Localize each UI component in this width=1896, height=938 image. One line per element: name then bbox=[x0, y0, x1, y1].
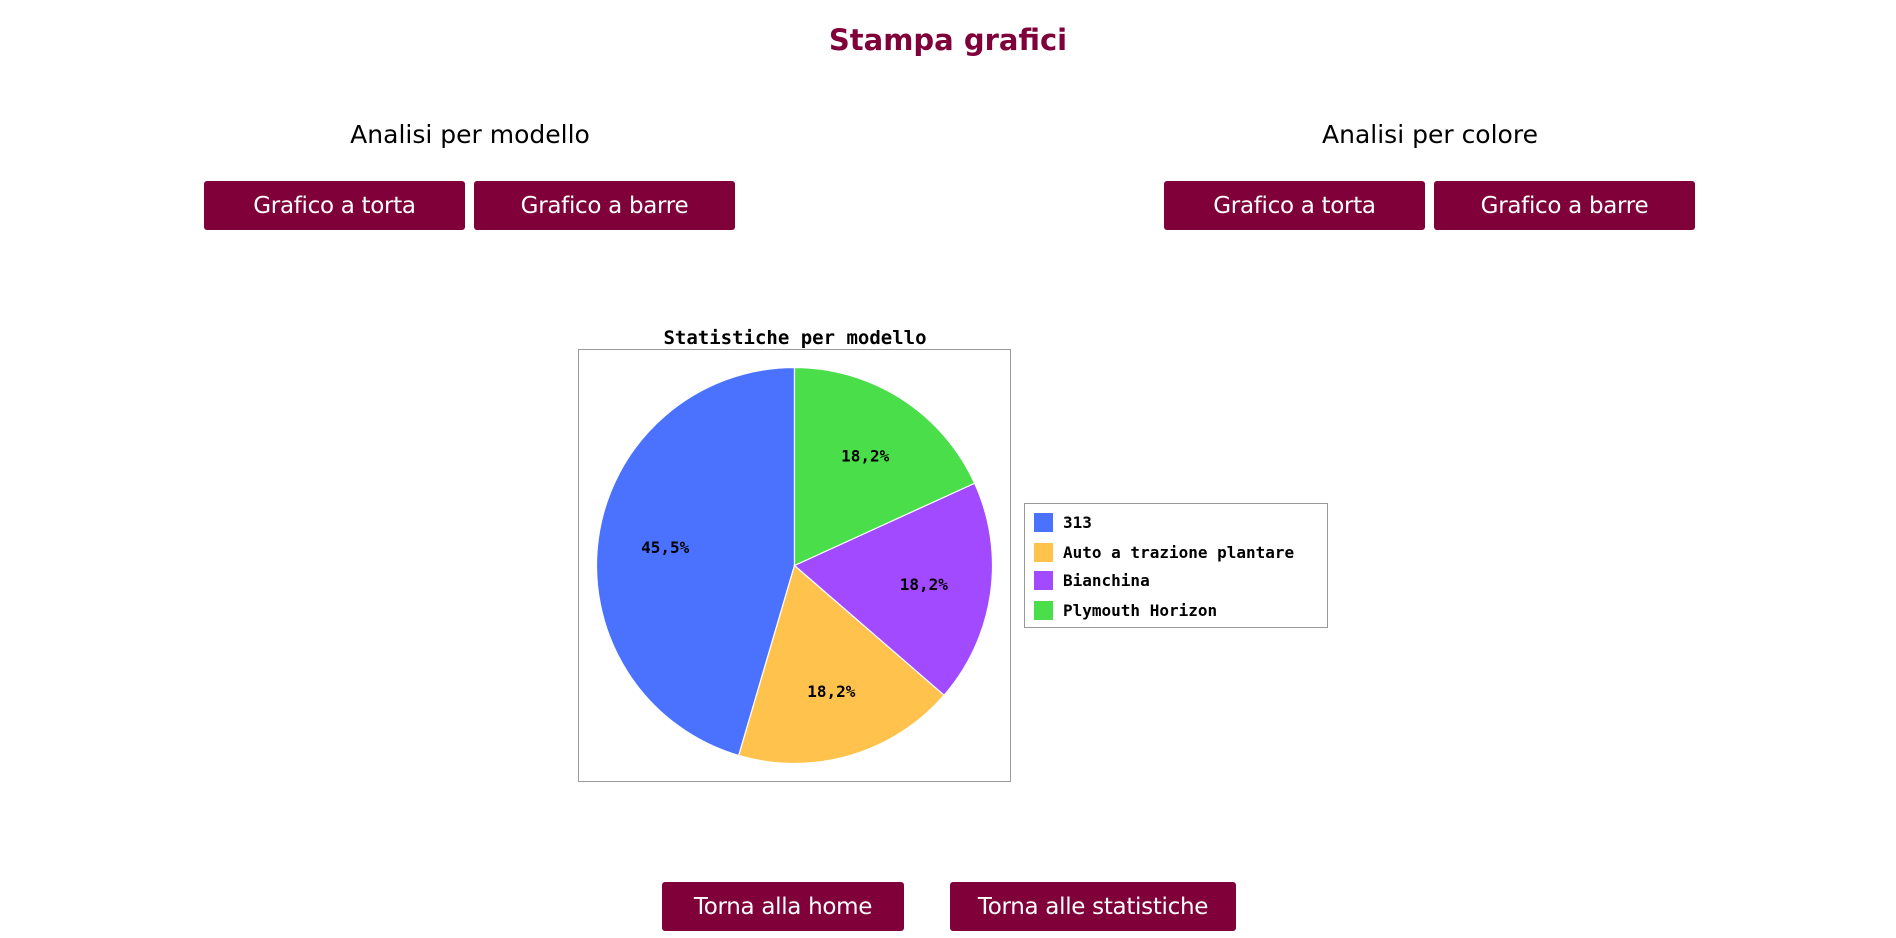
legend-swatch bbox=[1034, 600, 1053, 620]
pie-label-plymouth-horizon: 18,2% bbox=[841, 447, 890, 466]
legend-swatch bbox=[1034, 542, 1053, 562]
page-title: Stampa grafici bbox=[828, 23, 1068, 57]
legend-label: Plymouth Horizon bbox=[1063, 600, 1218, 620]
chart-legend: 313 Auto a trazione plantare Bianchina Plym… bbox=[1024, 503, 1328, 628]
color-analysis-heading: Analisi per colore bbox=[1322, 120, 1538, 149]
chart-title: Statistiche per modello bbox=[663, 327, 927, 349]
page: Stampa grafici Analisi per modello Grafi… bbox=[0, 0, 1896, 938]
pie-chart: 45,5% 18,2% 18,2% 18,2% bbox=[578, 349, 1011, 782]
legend-item-plymouth-horizon: Plymouth Horizon bbox=[1034, 599, 1217, 621]
model-bar-chart-button[interactable]: Grafico a barre bbox=[474, 181, 735, 230]
legend-label: Auto a trazione plantare bbox=[1063, 542, 1295, 562]
pie-label-313: 45,5% bbox=[641, 538, 690, 557]
legend-item-bianchina: Bianchina bbox=[1034, 569, 1150, 591]
legend-item-auto-a-trazione-plantare: Auto a trazione plantare bbox=[1034, 541, 1294, 563]
legend-item-313: 313 bbox=[1034, 511, 1092, 533]
back-statistics-button[interactable]: Torna alle statistiche bbox=[950, 882, 1236, 931]
legend-label: 313 bbox=[1063, 512, 1092, 532]
color-bar-chart-button[interactable]: Grafico a barre bbox=[1434, 181, 1695, 230]
back-home-button[interactable]: Torna alla home bbox=[662, 882, 904, 931]
pie-label-auto-a-trazione-plantare: 18,2% bbox=[807, 682, 856, 701]
pie-label-bianchina: 18,2% bbox=[900, 575, 949, 594]
legend-swatch bbox=[1034, 512, 1053, 532]
color-pie-chart-button[interactable]: Grafico a torta bbox=[1164, 181, 1425, 230]
legend-swatch bbox=[1034, 570, 1053, 590]
legend-label: Bianchina bbox=[1063, 570, 1150, 590]
model-pie-chart-button[interactable]: Grafico a torta bbox=[204, 181, 465, 230]
model-analysis-heading: Analisi per modello bbox=[350, 120, 590, 149]
